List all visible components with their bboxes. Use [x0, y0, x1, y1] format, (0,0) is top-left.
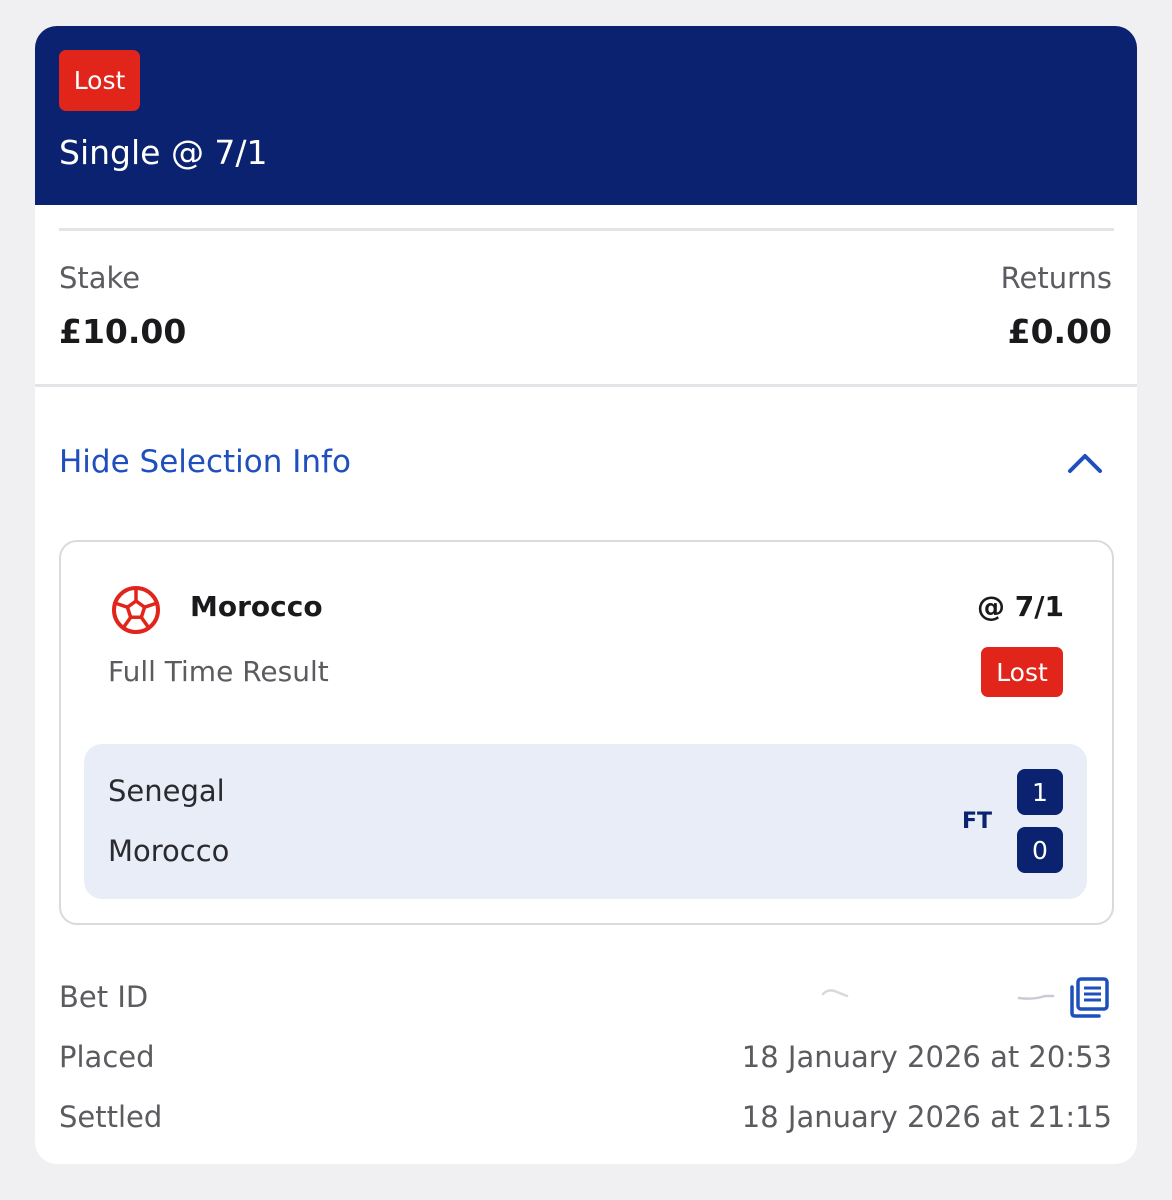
selection-status-badge: Lost [981, 647, 1063, 697]
copy-icon[interactable] [1068, 975, 1112, 1019]
selection-card: Morocco @ 7/1 Full Time Result Lost Sene… [59, 540, 1114, 925]
stake-label: Stake [59, 261, 141, 295]
selection-name: Morocco [190, 590, 323, 623]
returns-value: £0.00 [1007, 312, 1112, 351]
bet-status-badge: Lost [59, 50, 140, 111]
placed-value: 18 January 2026 at 20:53 [741, 1040, 1112, 1074]
bet-id-label: Bet ID [59, 980, 149, 1014]
settled-value: 18 January 2026 at 21:15 [741, 1100, 1112, 1134]
divider [35, 384, 1137, 387]
bet-type-title: Single @ 7/1 [59, 133, 268, 172]
scoreboard: Senegal Morocco FT 1 0 [84, 744, 1087, 899]
hide-selection-info-link[interactable]: Hide Selection Info [59, 440, 351, 484]
home-score: 1 [1017, 769, 1063, 815]
market-name: Full Time Result [108, 655, 329, 688]
bet-card: Lost Single @ 7/1 Stake £10.00 Returns £… [35, 26, 1137, 1164]
away-score: 0 [1017, 827, 1063, 873]
chevron-up-icon[interactable] [1063, 440, 1107, 484]
selection-odds: @ 7/1 [977, 590, 1064, 623]
stake-value: £10.00 [59, 312, 187, 351]
bet-id-value-redacted [821, 989, 1055, 1000]
football-icon [112, 586, 160, 634]
match-period-label: FT [962, 809, 993, 834]
bet-header: Lost Single @ 7/1 [35, 26, 1137, 205]
returns-label: Returns [1000, 261, 1112, 295]
home-team-name: Senegal [108, 774, 225, 808]
away-team-name: Morocco [108, 834, 230, 868]
divider [59, 228, 1114, 231]
placed-label: Placed [59, 1040, 155, 1074]
settled-label: Settled [59, 1100, 163, 1134]
